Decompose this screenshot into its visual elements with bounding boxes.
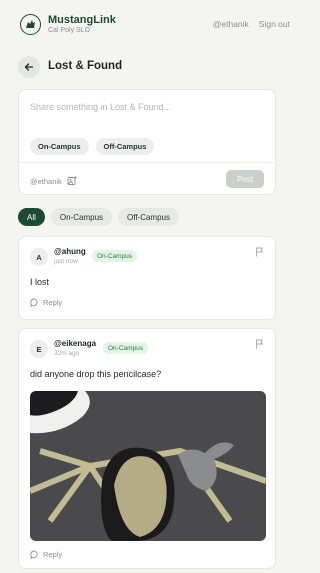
avatar[interactable]: A — [30, 248, 48, 266]
filter-off-campus[interactable]: Off-Campus — [118, 208, 179, 226]
reply-label: Reply — [43, 550, 63, 559]
composer-divider — [19, 162, 275, 163]
post-image[interactable] — [30, 391, 266, 541]
current-username[interactable]: @ethanik — [213, 19, 249, 29]
status-badge: On-Campus — [103, 342, 149, 354]
tag-off-campus[interactable]: Off-Campus — [95, 138, 155, 155]
brand: MustangLink Cal Poly SLO — [48, 14, 116, 34]
page-title: Lost & Found — [48, 60, 123, 72]
comment-icon — [30, 550, 38, 559]
comment-icon — [30, 298, 38, 307]
post-username[interactable]: @ahung — [54, 247, 86, 256]
flag-icon[interactable] — [255, 339, 264, 349]
reply-label: Reply — [43, 298, 63, 307]
logo-icon[interactable] — [20, 13, 41, 35]
filter-all[interactable]: All — [18, 208, 45, 226]
composer-tags: On-Campus Off-Campus — [30, 138, 155, 155]
app-subtitle: Cal Poly SLO — [48, 27, 91, 34]
arrow-left-icon — [24, 63, 34, 71]
post-card: E @eikenaga 32m ago On-Campus did anyone… — [18, 328, 276, 569]
back-button[interactable] — [18, 56, 40, 78]
post-button[interactable]: Post — [226, 170, 264, 188]
composer-username: @ethanik — [30, 176, 62, 186]
app-header: MustangLink Cal Poly SLO @ethanik Sign o… — [0, 0, 300, 48]
filter-on-campus[interactable]: On-Campus — [50, 208, 113, 226]
header-actions: @ethanik Sign out — [213, 19, 290, 29]
app-name: MustangLink — [48, 14, 116, 26]
flag-icon[interactable] — [255, 247, 264, 257]
post-text: I lost — [30, 277, 50, 287]
image-upload-icon[interactable] — [67, 176, 77, 186]
composer-input[interactable]: Share something in Lost & Found... — [30, 102, 171, 112]
filter-bar: All On-Campus Off-Campus — [18, 208, 179, 226]
status-badge: On-Campus — [92, 250, 138, 262]
composer-user: @ethanik — [30, 176, 77, 186]
sign-out-link[interactable]: Sign out — [259, 19, 290, 29]
post-time: 32m ago — [54, 350, 80, 357]
post-time: just now — [54, 258, 78, 265]
post-username[interactable]: @eikenaga — [54, 339, 96, 348]
avatar[interactable]: E — [30, 340, 48, 358]
reply-button[interactable]: Reply — [30, 550, 62, 559]
tag-on-campus[interactable]: On-Campus — [30, 138, 89, 155]
reply-button[interactable]: Reply — [30, 298, 62, 307]
post-text: did anyone drop this pencilcase? — [30, 369, 162, 379]
post-composer: Share something in Lost & Found... On-Ca… — [18, 89, 276, 195]
post-card: A @ahung just now On-Campus I lost Reply — [18, 236, 276, 320]
